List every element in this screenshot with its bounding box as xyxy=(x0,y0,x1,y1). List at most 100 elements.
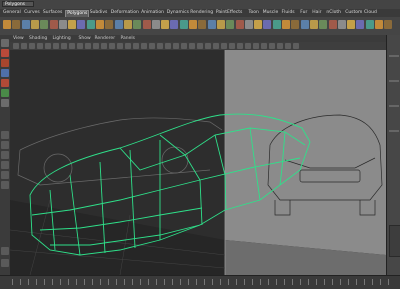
shelf-tool-icon[interactable] xyxy=(21,20,30,29)
viewport-tool-icon[interactable] xyxy=(69,43,75,49)
viewport-tool-icon[interactable] xyxy=(141,43,147,49)
shelf-tab-subdivs[interactable]: Subdivs xyxy=(89,10,109,16)
menu-set-dropdown[interactable]: Polygons xyxy=(2,1,34,7)
viewport-tool-icon[interactable] xyxy=(109,43,115,49)
viewport-tool-icon[interactable] xyxy=(261,43,267,49)
shelf-tool-icon[interactable] xyxy=(356,20,365,29)
paint-select-tool-icon[interactable] xyxy=(1,59,9,67)
layer-editor[interactable] xyxy=(389,225,400,257)
shelf-tool-icon[interactable] xyxy=(40,20,49,29)
shelf-tab-custom[interactable]: Custom xyxy=(344,10,363,16)
viewport-menu-lighting[interactable]: Lighting xyxy=(53,35,71,42)
shelf-tool-icon[interactable] xyxy=(216,20,225,29)
shelf-tool-icon[interactable] xyxy=(319,20,328,29)
manipulator-tool-icon[interactable] xyxy=(1,99,9,107)
layout-two-icon[interactable] xyxy=(1,151,9,159)
viewport-tool-icon[interactable] xyxy=(197,43,203,49)
shelf-tool-icon[interactable] xyxy=(96,20,104,29)
viewport-tool-icon[interactable] xyxy=(53,43,59,49)
viewport-tool-icon[interactable] xyxy=(77,43,83,49)
shelf-tab-ncloth[interactable]: nCloth xyxy=(325,10,342,16)
layout-four-icon[interactable] xyxy=(1,141,9,149)
shelf-tool-icon[interactable] xyxy=(337,20,346,29)
shelf-tool-icon[interactable] xyxy=(300,20,309,29)
viewport-tool-icon[interactable] xyxy=(85,43,91,49)
shelf-tool-icon[interactable] xyxy=(133,20,142,29)
shelf-tab-dynamics[interactable]: Dynamics xyxy=(166,10,190,16)
shelf-tool-icon[interactable] xyxy=(235,20,244,29)
shelf-tool-icon[interactable] xyxy=(244,20,253,29)
channel-box[interactable] xyxy=(386,35,400,275)
shelf-tool-icon[interactable] xyxy=(49,20,58,29)
viewport-tool-icon[interactable] xyxy=(189,43,195,49)
shelf-tab-cloud[interactable]: Cloud xyxy=(363,10,378,16)
viewport-menu-panels[interactable]: Panels xyxy=(121,35,135,42)
shelf-tab-fur[interactable]: Fur xyxy=(299,10,308,16)
viewport-tool-icon[interactable] xyxy=(245,43,251,49)
shelf-tool-icon[interactable] xyxy=(207,20,216,29)
shelf-tool-icon[interactable] xyxy=(254,20,263,29)
shelf-tool-icon[interactable] xyxy=(151,20,160,29)
shelf-tab-toon[interactable]: Toon xyxy=(248,10,260,16)
layout-custom-icon[interactable] xyxy=(1,259,9,267)
shelf-tab-general[interactable]: General xyxy=(2,10,22,16)
viewport-tool-icon[interactable] xyxy=(213,43,219,49)
shelf-tool-icon[interactable] xyxy=(375,20,383,29)
shelf-tool-icon[interactable] xyxy=(12,20,21,29)
shelf-tool-icon[interactable] xyxy=(282,20,290,29)
shelf-tab-hair[interactable]: Hair xyxy=(311,10,322,16)
shelf-tool-icon[interactable] xyxy=(161,20,170,29)
shelf-tool-icon[interactable] xyxy=(384,20,393,29)
shelf-tool-icon[interactable] xyxy=(263,20,272,29)
viewport-tool-icon[interactable] xyxy=(117,43,123,49)
shelf-tool-icon[interactable] xyxy=(309,20,318,29)
viewport-tool-icon[interactable] xyxy=(237,43,243,49)
shelf-tab-fluids[interactable]: Fluids xyxy=(281,10,296,16)
shelf-tool-icon[interactable] xyxy=(58,20,67,29)
scale-tool-icon[interactable] xyxy=(1,89,9,97)
viewport-tool-icon[interactable] xyxy=(45,43,51,49)
viewport-tool-icon[interactable] xyxy=(205,43,211,49)
viewport-tool-icon[interactable] xyxy=(173,43,179,49)
shelf-tool-icon[interactable] xyxy=(105,20,114,29)
viewport-tool-icon[interactable] xyxy=(157,43,163,49)
shelf-tab-rendering[interactable]: Rendering xyxy=(189,10,214,16)
shelf-tool-icon[interactable] xyxy=(226,20,235,29)
viewport-tool-icon[interactable] xyxy=(293,43,299,49)
viewport-tool-icon[interactable] xyxy=(21,43,27,49)
viewport-menu-view[interactable]: View xyxy=(13,35,24,42)
shelf-tool-icon[interactable] xyxy=(272,20,281,29)
viewport-tool-icon[interactable] xyxy=(221,43,227,49)
shelf-tab-muscle[interactable]: Muscle xyxy=(262,10,280,16)
shelf-tool-icon[interactable] xyxy=(123,20,132,29)
layout-single-icon[interactable] xyxy=(1,131,9,139)
shelf-tool-icon[interactable] xyxy=(114,20,123,29)
viewport-tool-icon[interactable] xyxy=(285,43,291,49)
layout-hypershade-icon[interactable] xyxy=(1,181,9,189)
layout-persp-icon[interactable] xyxy=(1,247,9,255)
shelf-tool-icon[interactable] xyxy=(68,20,77,29)
shelf-tool-icon[interactable] xyxy=(365,20,374,29)
viewport-panel[interactable]: View Shading Lighting Show Renderer Panels xyxy=(10,35,386,275)
viewport-tool-icon[interactable] xyxy=(37,43,43,49)
viewport-tool-icon[interactable] xyxy=(125,43,131,49)
viewport-tool-icon[interactable] xyxy=(269,43,275,49)
layout-graph-icon[interactable] xyxy=(1,171,9,179)
shelf-tool-icon[interactable] xyxy=(86,20,95,29)
viewport-tool-icon[interactable] xyxy=(101,43,107,49)
viewport-tool-icon[interactable] xyxy=(29,43,35,49)
scene-view[interactable] xyxy=(10,50,386,275)
viewport-tool-icon[interactable] xyxy=(13,43,19,49)
time-slider[interactable] xyxy=(0,275,400,289)
shelf-tool-icon[interactable] xyxy=(77,20,86,29)
shelf-tool-icon[interactable] xyxy=(3,20,11,29)
viewport-tool-icon[interactable] xyxy=(93,43,99,49)
shelf-tool-icon[interactable] xyxy=(198,20,207,29)
shelf-tool-icon[interactable] xyxy=(30,20,39,29)
shelf-tool-icon[interactable] xyxy=(170,20,179,29)
viewport-tool-icon[interactable] xyxy=(229,43,235,49)
viewport-tool-icon[interactable] xyxy=(149,43,155,49)
viewport-menu-show[interactable]: Show xyxy=(79,35,91,42)
viewport-tool-icon[interactable] xyxy=(61,43,67,49)
viewport-tool-icon[interactable] xyxy=(277,43,283,49)
